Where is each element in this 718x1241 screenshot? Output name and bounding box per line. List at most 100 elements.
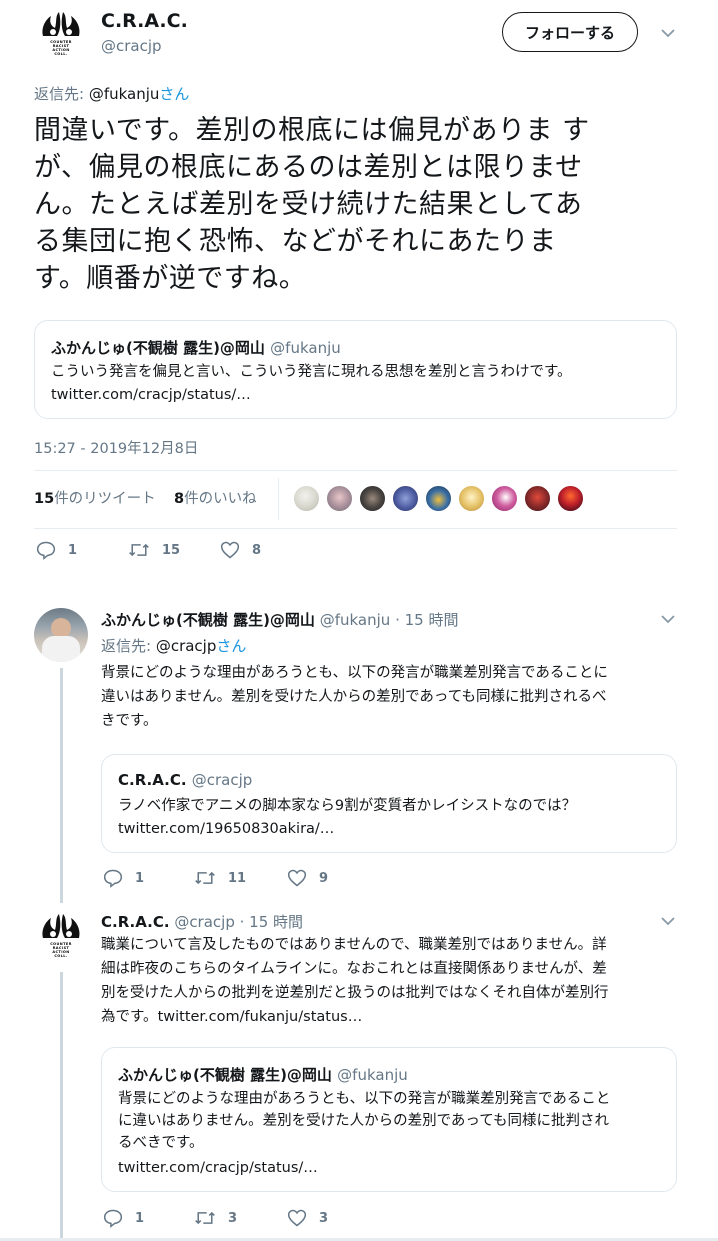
- retweets-stat[interactable]: 15件のリツイート: [34, 487, 156, 508]
- crac-logo-icon: [42, 12, 80, 36]
- chevron-down-icon[interactable]: [660, 916, 676, 926]
- reply1-reply-count: 1: [135, 870, 145, 886]
- like-count: 8: [252, 542, 262, 558]
- liker-avatar[interactable]: [326, 485, 353, 512]
- tweet-text-line: が、偏見の根底にあるのは差別とは限りませ: [34, 152, 583, 183]
- tweet-text-line: ん。たとえば差別を受け続けた結果としてあ: [34, 189, 583, 220]
- reply2-quoted-text-line: 背景にどのような理由があろうとも、以下の発言が職業差別発言であること: [118, 1091, 611, 1107]
- tweet-text: 間違いです。差別の根底には偏見がありま す が、偏見の根底にあるのは差別とは限り…: [34, 112, 684, 297]
- crac-logo-icon: [42, 914, 80, 938]
- reply-icon: [103, 869, 123, 888]
- divider: [34, 528, 677, 529]
- reply2-quoted-text-line: るべきです。: [118, 1135, 204, 1151]
- reply2-text-last-plain: 為です。: [101, 1009, 158, 1025]
- retweets-label: 件のリツイート: [54, 491, 156, 507]
- retweet-icon: [195, 1211, 215, 1225]
- reply1-time[interactable]: · 15 時間: [395, 611, 458, 629]
- crac-avatar[interactable]: COUNTER RACIST ACTION COLL.: [34, 912, 88, 966]
- heart-icon: [220, 541, 240, 559]
- retweet-icon: [195, 871, 215, 885]
- reply2-reply-count: 1: [135, 1210, 145, 1226]
- reply1-reply-to-suffix: さん: [216, 637, 247, 655]
- reply2-author[interactable]: C.R.A.C. @cracjp · 15 時間: [101, 911, 303, 932]
- retweets-count: 15: [34, 491, 55, 507]
- heart-icon: [287, 869, 307, 887]
- reply2-text-line-last: 為です。twitter.com/fukanju/status…: [101, 1005, 609, 1029]
- reply1-author[interactable]: ふかんじゅ(不観樹 露生)@岡山 @fukanju · 15 時間: [101, 609, 459, 630]
- reply-button[interactable]: 1: [36, 540, 77, 560]
- reply1-quoted-text: ラノベ作家でアニメの脚本家なら9割が変質者かレイシストなのでは？: [118, 798, 577, 814]
- reply1-reply-to-prefix: 返信先:: [101, 637, 156, 655]
- handle[interactable]: @cracjp: [101, 37, 162, 55]
- reply2-quoted-author: ふかんじゅ(不観樹 露生)@岡山 @fukanju: [118, 1064, 408, 1085]
- reply2-quoted-card[interactable]: ふかんじゅ(不観樹 露生)@岡山 @fukanju 背景にどのような理由があろう…: [101, 1047, 677, 1192]
- chevron-down-icon[interactable]: [660, 614, 676, 624]
- timestamp[interactable]: 15:27 - 2019年12月8日: [34, 437, 198, 458]
- reply2-reply-button[interactable]: 1: [103, 1208, 144, 1228]
- reply-count: 1: [68, 542, 78, 558]
- quoted-link[interactable]: twitter.com/cracjp/status/…: [51, 384, 251, 406]
- chevron-down-icon[interactable]: [660, 28, 676, 38]
- quoted-name: ふかんじゅ(不観樹 露生)@岡山: [51, 339, 265, 357]
- reply1-reply-button[interactable]: 1: [103, 868, 144, 888]
- reply-to-handle[interactable]: @fukanju: [89, 85, 160, 103]
- tweet-text-line: る集団に抱く恐怖、などがそれにあたりま: [34, 226, 557, 257]
- avatar-face: [51, 618, 71, 638]
- likes-label: 件のいいね: [184, 491, 257, 507]
- reply2-text: 職業について言及したものではありませんので、職業差別ではありません。詳 細は昨夜…: [101, 933, 609, 1029]
- liker-avatar[interactable]: [293, 485, 320, 512]
- liker-avatar[interactable]: [557, 485, 584, 512]
- crac-logo-text: COUNTER RACIST ACTION COLL.: [50, 942, 72, 958]
- reply1-text-line: 違いはありません。差別を受けた人からの差別であっても同様に批判されるべ: [101, 689, 607, 705]
- liker-avatar[interactable]: [491, 485, 518, 512]
- crac-avatar[interactable]: COUNTER RACIST ACTION COLL.: [34, 10, 88, 64]
- reply2-retweet-button[interactable]: 3: [194, 1208, 237, 1228]
- reply-icon: [36, 541, 56, 560]
- reply2-quoted-handle: @fukanju: [337, 1066, 408, 1084]
- reply2-handle: @cracjp: [174, 913, 235, 931]
- reply1-handle: @fukanju: [319, 611, 391, 629]
- follow-button[interactable]: フォローする: [502, 12, 638, 52]
- reply2-time[interactable]: · 15 時間: [240, 913, 303, 931]
- quoted-text: こういう発言を偏見と言い、こういう発言に現れる思想を差別と言うわけです。: [51, 364, 572, 380]
- avatar-body: [42, 636, 80, 662]
- retweet-button[interactable]: 15: [128, 540, 180, 560]
- quoted-handle: @fukanju: [270, 339, 341, 357]
- reply1-retweet-button[interactable]: 11: [194, 868, 246, 888]
- likes-count: 8: [174, 491, 185, 507]
- thread-line: [60, 972, 63, 1241]
- liker-avatar[interactable]: [425, 485, 452, 512]
- reply2-text-line: 職業について言及したものではありませんので、職業差別ではありません。詳: [101, 937, 607, 953]
- reply2-display-name: C.R.A.C.: [101, 913, 170, 931]
- reply1-quoted-handle: @cracjp: [191, 771, 253, 789]
- like-button[interactable]: 8: [220, 540, 261, 560]
- liker-avatar[interactable]: [359, 485, 386, 512]
- reply2-text-line: 別を受けた人からの批判を逆差別だと扱うのは批判ではなくそれ自体が差別行: [101, 985, 609, 1001]
- reply1-display-name: ふかんじゅ(不観樹 露生)@岡山: [101, 611, 315, 629]
- reply2-quoted-link[interactable]: twitter.com/cracjp/status/…: [118, 1157, 318, 1179]
- reply2-like-count: 3: [319, 1210, 329, 1226]
- liker-avatar[interactable]: [524, 485, 551, 512]
- reply2-inline-link[interactable]: twitter.com/fukanju/status…: [158, 1009, 363, 1025]
- fukanju-avatar[interactable]: [34, 608, 88, 662]
- display-name[interactable]: C.R.A.C.: [101, 10, 188, 32]
- reply2-like-button[interactable]: 3: [287, 1208, 328, 1228]
- crac-logo-text: COUNTER RACIST ACTION COLL.: [50, 40, 72, 56]
- divider: [34, 470, 677, 471]
- likes-stat[interactable]: 8件のいいね: [174, 487, 257, 508]
- reply-to-suffix: さん: [159, 85, 190, 103]
- reply1-like-button[interactable]: 9: [287, 868, 328, 888]
- tweet-text-line: す。順番が逆ですね。: [34, 263, 307, 294]
- reply2-text-line: 細は昨夜のこちらのタイムラインに。なおこれとは直接関係ありませんが、差: [101, 961, 607, 977]
- reply-to: 返信先: @fukanjuさん: [34, 83, 189, 104]
- liker-avatar[interactable]: [458, 485, 485, 512]
- stat-separator: [278, 478, 279, 520]
- retweet-count: 15: [162, 542, 181, 558]
- reply1-reply-to-handle[interactable]: @cracjp: [156, 637, 217, 655]
- reply1-quoted-name: C.R.A.C.: [118, 771, 187, 789]
- reply1-quoted-card[interactable]: C.R.A.C. @cracjp ラノベ作家でアニメの脚本家なら9割が変質者かレ…: [101, 754, 677, 853]
- quoted-tweet-card[interactable]: ふかんじゅ(不観樹 露生)@岡山 @fukanju こういう発言を偏見と言い、こ…: [34, 320, 677, 419]
- reply1-retweet-count: 11: [228, 870, 247, 886]
- liker-avatar[interactable]: [392, 485, 419, 512]
- reply1-quoted-link[interactable]: twitter.com/19650830akira/…: [118, 818, 334, 840]
